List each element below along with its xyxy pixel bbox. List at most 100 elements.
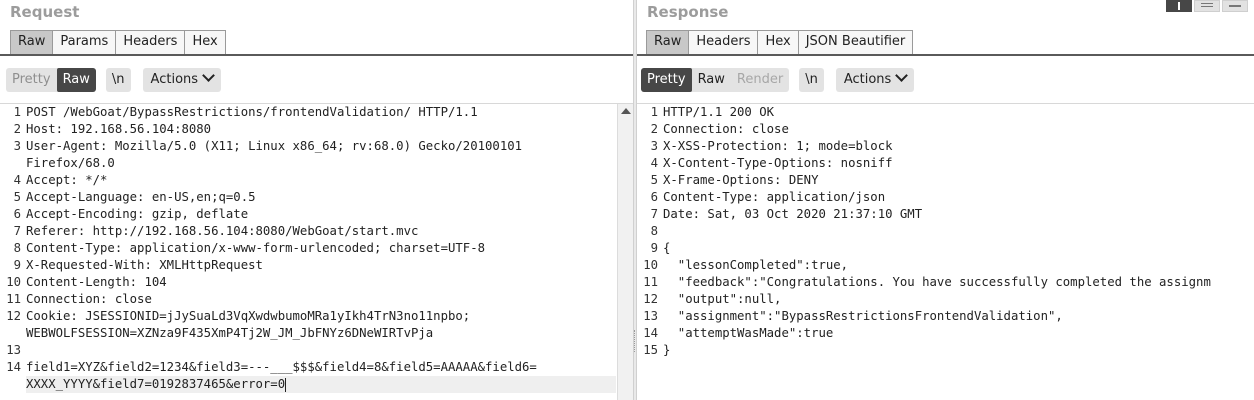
- response-raw-button[interactable]: Raw: [692, 68, 731, 92]
- code-line: Accept: */*: [26, 173, 108, 187]
- request-tab-raw[interactable]: Raw: [10, 30, 54, 54]
- code-line: WEBWOLFSESSION=XZNza9F435XmP4Tj2W_JM_JbF…: [26, 326, 434, 340]
- line-number: [0, 376, 22, 393]
- request-toolbar: Pretty Raw \n Actions: [6, 68, 222, 92]
- request-tab-hex[interactable]: Hex: [184, 30, 226, 54]
- request-raw-button[interactable]: Raw: [56, 68, 96, 92]
- line-number: 1: [13, 105, 21, 119]
- request-line-gutter: 1 2 3 4 5 6 7 8 9 10 11 12 13 14: [0, 104, 22, 400]
- line-number: 5: [13, 190, 21, 204]
- code-line: "lessonCompleted":true,: [663, 258, 849, 272]
- layout-rows-icon[interactable]: [1194, 0, 1220, 12]
- scroll-up-arrow-icon[interactable]: [618, 104, 633, 119]
- response-line-gutter: 1 2 3 4 5 6 7 8 9 10 11 12 13 14 15: [637, 104, 659, 400]
- line-number: 7: [13, 224, 21, 238]
- response-render-button[interactable]: Render: [731, 68, 789, 92]
- code-line: Firefox/68.0: [26, 156, 115, 170]
- request-panel: Request Raw Params Headers Hex Pretty Ra…: [0, 0, 633, 400]
- code-line: "assignment":"BypassRestrictionsFrontend…: [663, 309, 1063, 323]
- code-line-text: XXXX_YYYY&field7=0192837465&error=0: [26, 377, 286, 391]
- code-line: HTTP/1.1 200 OK: [663, 105, 775, 119]
- request-tab-headers[interactable]: Headers: [115, 30, 186, 54]
- code-line: Referer: http://192.168.56.104:8080/WebG…: [26, 224, 419, 238]
- line-number: 13: [6, 343, 21, 357]
- request-code: POST /WebGoat/BypassRestrictions/fronten…: [26, 104, 616, 393]
- response-actions-label: Actions: [843, 72, 892, 87]
- response-editor[interactable]: 1 2 3 4 5 6 7 8 9 10 11 12 13 14 15 HTTP…: [637, 103, 1254, 400]
- line-number: 4: [650, 156, 658, 170]
- line-number: 10: [643, 258, 658, 272]
- line-number: 12: [643, 292, 658, 306]
- request-tabs: Raw Params Headers Hex: [10, 30, 226, 54]
- code-line: Content-Length: 104: [26, 275, 167, 289]
- code-line: POST /WebGoat/BypassRestrictions/fronten…: [26, 105, 478, 119]
- line-number: 1: [650, 105, 658, 119]
- request-actions-button[interactable]: Actions: [142, 68, 222, 92]
- response-tab-headers[interactable]: Headers: [688, 30, 759, 54]
- layout-columns-icon[interactable]: [1166, 0, 1192, 12]
- code-line: User-Agent: Mozilla/5.0 (X11; Linux x86_…: [26, 139, 523, 153]
- request-scrollbar[interactable]: [617, 104, 633, 400]
- response-tab-underline: [637, 54, 1254, 56]
- code-line: Content-Type: application/json: [663, 190, 886, 204]
- code-line: {: [663, 241, 671, 255]
- request-actions-label: Actions: [150, 72, 199, 87]
- line-number: 2: [650, 122, 658, 136]
- response-panel: Response Raw Headers Hex JSON Beautifier…: [637, 0, 1254, 400]
- line-number: [0, 325, 22, 342]
- code-line: Content-Type: application/x-www-form-url…: [26, 241, 486, 255]
- line-number: 8: [13, 241, 21, 255]
- line-number: 3: [650, 139, 658, 153]
- request-editor[interactable]: 1 2 3 4 5 6 7 8 9 10 11 12 13 14 POST /W…: [0, 103, 633, 400]
- response-tab-hex[interactable]: Hex: [757, 30, 799, 54]
- code-line: Date: Sat, 03 Oct 2020 21:37:10 GMT: [663, 207, 923, 221]
- response-tab-json-beautifier[interactable]: JSON Beautifier: [797, 30, 914, 54]
- line-number: 9: [13, 258, 21, 272]
- text-cursor: [285, 377, 287, 392]
- request-view-toggle: Pretty Raw: [6, 68, 96, 92]
- code-line: X-Frame-Options: DENY: [663, 173, 819, 187]
- code-line: "output":null,: [663, 292, 782, 306]
- layout-switch: [1164, 0, 1248, 12]
- code-line: "attemptWasMade":true: [663, 326, 834, 340]
- line-number: 6: [650, 190, 658, 204]
- line-number: 6: [13, 207, 21, 221]
- line-number: 9: [650, 241, 658, 255]
- line-number: 2: [13, 122, 21, 136]
- line-number: 3: [13, 139, 21, 153]
- request-tab-params[interactable]: Params: [52, 30, 117, 54]
- request-newline-button[interactable]: \n: [105, 68, 131, 92]
- layout-single-icon[interactable]: [1222, 0, 1248, 12]
- code-line: Cookie: JSESSIONID=jJySuaLd3VqXwdwbumoMR…: [26, 309, 471, 323]
- code-line: field1=XYZ&field2=1234&field3=---___$$$&…: [26, 360, 537, 374]
- line-number: 14: [643, 326, 658, 340]
- response-toolbar: Pretty Raw Render \n Actions: [641, 68, 915, 92]
- response-pretty-button[interactable]: Pretty: [641, 68, 692, 92]
- code-line: Accept-Encoding: gzip, deflate: [26, 207, 249, 221]
- line-number: 11: [6, 292, 21, 306]
- response-tabs: Raw Headers Hex JSON Beautifier: [646, 30, 914, 54]
- response-actions-button[interactable]: Actions: [835, 68, 915, 92]
- code-line: X-XSS-Protection: 1; mode=block: [663, 139, 893, 153]
- code-line: Host: 192.168.56.104:8080: [26, 122, 212, 136]
- request-pretty-button[interactable]: Pretty: [6, 68, 57, 92]
- response-tab-raw[interactable]: Raw: [646, 30, 690, 54]
- response-code: HTTP/1.1 200 OK Connection: close X-XSS-…: [663, 104, 1254, 359]
- code-line: Connection: close: [663, 122, 789, 136]
- code-line-current: XXXX_YYYY&field7=0192837465&error=0: [26, 376, 616, 393]
- response-view-toggle: Pretty Raw Render: [641, 68, 790, 92]
- line-number: 12: [6, 309, 21, 323]
- chevron-down-icon: [895, 69, 909, 82]
- request-tab-underline: [0, 54, 633, 56]
- line-number: 14: [6, 360, 21, 374]
- line-number: 4: [13, 173, 21, 187]
- code-line: }: [663, 343, 671, 357]
- code-line: "feedback":"Congratulations. You have su…: [663, 275, 1211, 289]
- response-newline-button[interactable]: \n: [799, 68, 824, 92]
- line-number: [0, 155, 22, 172]
- code-line: Accept-Language: en-US,en;q=0.5: [26, 190, 256, 204]
- code-line: X-Content-Type-Options: nosniff: [663, 156, 893, 170]
- line-number: 7: [650, 207, 658, 221]
- chevron-down-icon: [202, 69, 215, 82]
